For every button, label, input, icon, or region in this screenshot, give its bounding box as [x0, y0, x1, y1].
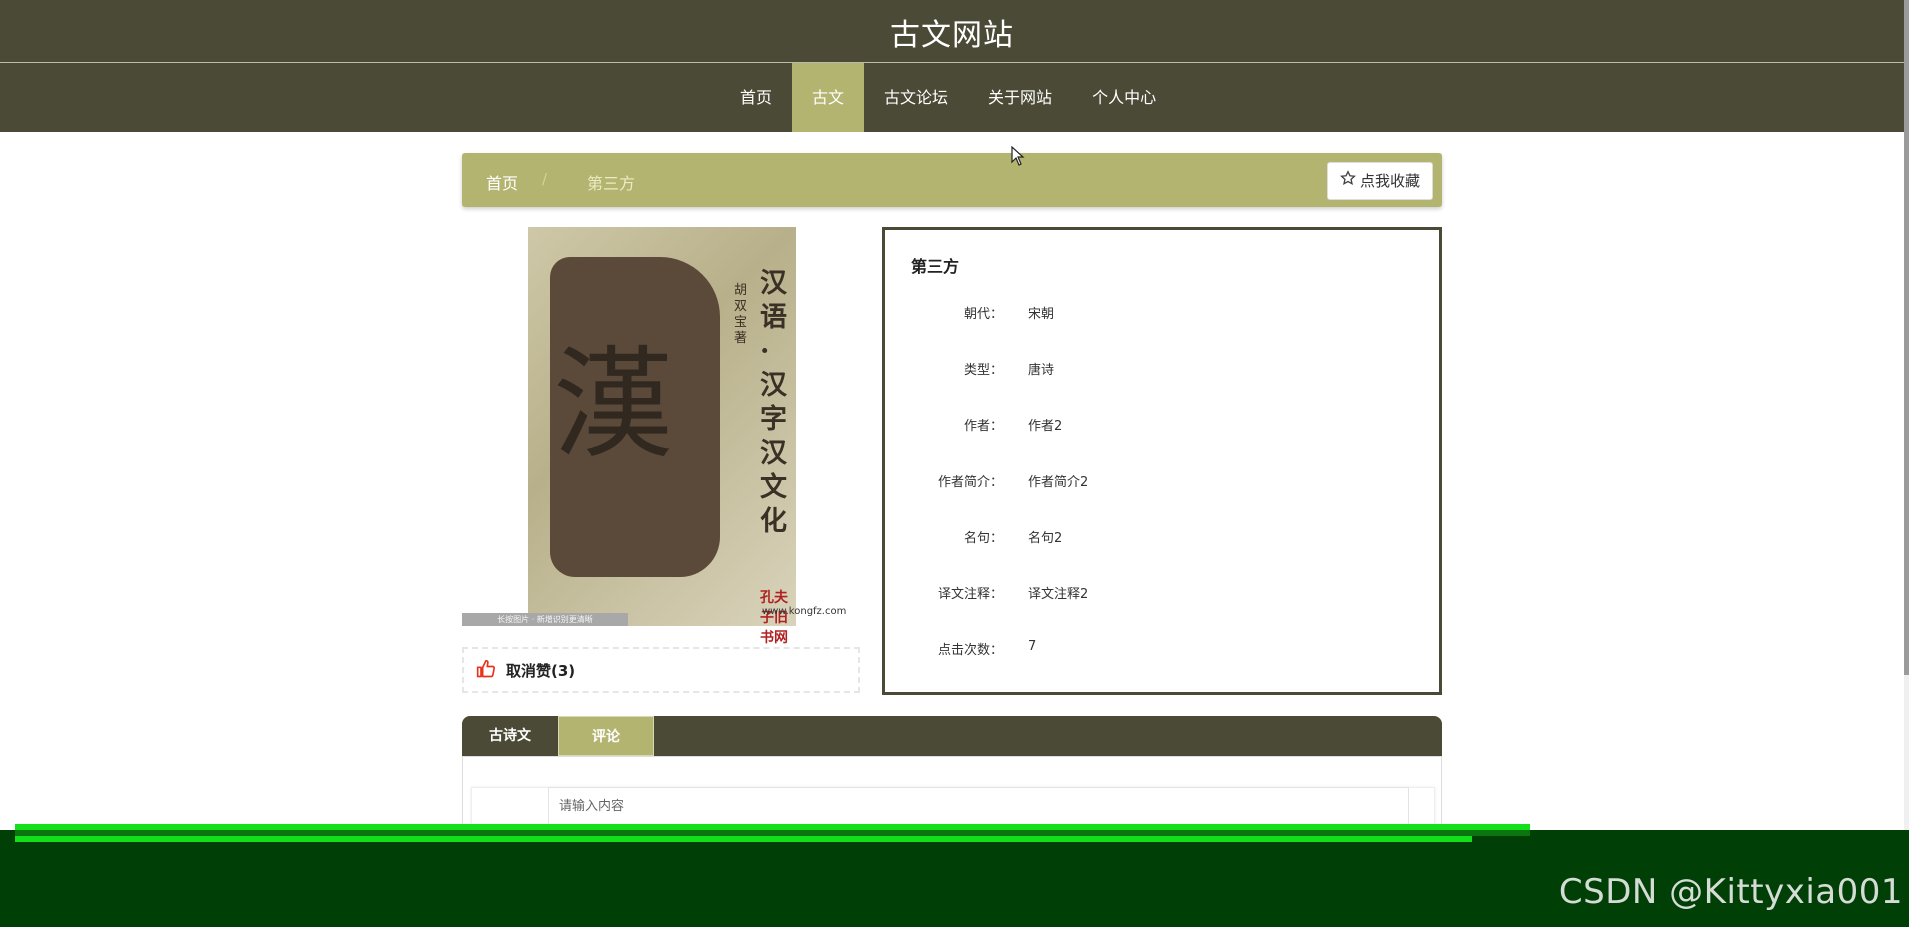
detail-row-author-bio: 作者简介： 作者简介2	[885, 471, 1435, 491]
cover-author: 胡双宝著	[734, 283, 748, 346]
breadcrumb-current: 第三方	[587, 174, 636, 193]
detail-panel: 第三方 朝代： 宋朝 类型： 唐诗 作者： 作者2 作者简介： 作者简介2 名句…	[882, 227, 1442, 695]
mouse-cursor-icon	[1011, 145, 1025, 170]
breadcrumb-separator: /	[542, 170, 548, 188]
detail-value: 唐诗	[1028, 363, 1055, 378]
detail-value: 7	[1028, 639, 1037, 654]
top-header: 古文网站	[0, 0, 1904, 63]
comment-input[interactable]	[548, 787, 1409, 825]
star-outline-icon	[1340, 164, 1356, 198]
book-cover-image: 漢 胡双宝著 汉语·汉字汉文化 孔夫子旧书网 www.kongfz.com	[528, 227, 846, 646]
glitch-line	[15, 836, 1472, 842]
detail-row-quote: 名句： 名句2	[885, 527, 1435, 547]
nav-item-forum[interactable]: 古文论坛	[864, 63, 968, 132]
nav-items: 首页 古文 古文论坛 关于网站 个人中心	[720, 63, 1176, 132]
image-caption: 长按图片 · 新增识别更清晰	[462, 613, 628, 626]
tab-poetry[interactable]: 古诗文	[462, 716, 558, 756]
detail-label: 类型：	[963, 363, 1003, 378]
page-scrollbar[interactable]	[1904, 0, 1909, 830]
nav-item-home[interactable]: 首页	[720, 63, 792, 132]
nav-item-profile[interactable]: 个人中心	[1072, 63, 1176, 132]
favorite-button-label: 点我收藏	[1359, 172, 1420, 190]
nav-item-about[interactable]: 关于网站	[968, 63, 1072, 132]
cover-calligraphy: 漢	[553, 336, 673, 475]
detail-label: 作者：	[963, 419, 1003, 434]
detail-row-type: 类型： 唐诗	[885, 359, 1435, 379]
detail-label: 点击次数：	[937, 643, 1003, 658]
detail-label: 译文注释：	[937, 587, 1003, 602]
content-tabs: 古诗文 评论	[462, 716, 1442, 756]
detail-value: 作者简介2	[1028, 475, 1089, 490]
main-nav: 首页 古文 古文论坛 关于网站 个人中心	[0, 63, 1904, 132]
unlike-button[interactable]: 取消赞(3)	[506, 660, 575, 681]
detail-label: 作者简介：	[937, 475, 1003, 490]
detail-label: 朝代：	[963, 307, 1003, 322]
favorite-button[interactable]: 点我收藏	[1326, 162, 1433, 200]
scrollbar-thumb[interactable]	[1904, 0, 1909, 675]
like-box[interactable]: 取消赞(3)	[462, 647, 860, 693]
detail-title: 第三方	[911, 257, 960, 276]
csdn-watermark: CSDN @Kittyxia001	[1558, 872, 1903, 912]
detail-row-dynasty: 朝代： 宋朝	[885, 303, 1435, 323]
site-title: 古文网站	[890, 18, 1014, 53]
detail-value: 作者2	[1028, 419, 1063, 434]
nav-item-classics[interactable]: 古文	[792, 63, 865, 132]
breadcrumb: 首页 / 第三方 点我收藏	[462, 153, 1442, 207]
thumbs-up-icon[interactable]	[476, 659, 496, 683]
detail-row-author: 作者： 作者2	[885, 415, 1435, 435]
detail-label: 名句：	[963, 531, 1003, 546]
breadcrumb-home-link[interactable]: 首页	[486, 170, 518, 194]
detail-value: 宋朝	[1028, 307, 1055, 322]
detail-row-clicks: 点击次数： 7	[885, 639, 1435, 659]
cover-watermark-brand: 孔夫子旧书网	[760, 590, 788, 646]
tab-comments[interactable]: 评论	[558, 716, 654, 756]
detail-row-translation: 译文注释： 译文注释2	[885, 583, 1435, 603]
cover-title: 汉语·汉字汉文化	[760, 268, 787, 537]
detail-value: 译文注释2	[1028, 587, 1089, 602]
detail-value: 名句2	[1028, 531, 1063, 546]
cover-watermark-url: www.kongfz.com	[762, 606, 847, 617]
